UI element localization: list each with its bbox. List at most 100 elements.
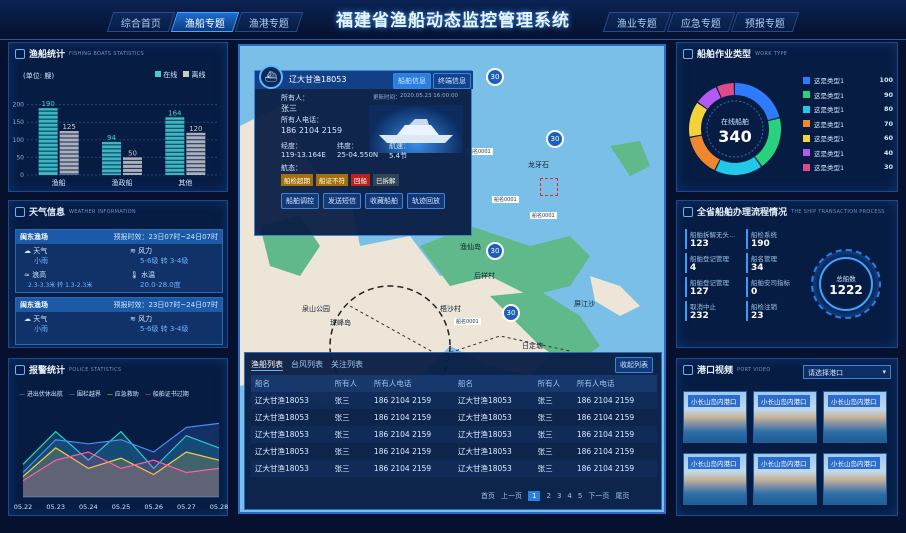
transaction-item-label: 船检注销 <box>751 303 777 311</box>
favorite-ship-button[interactable]: 收藏船舶 <box>365 193 403 209</box>
donut-slice <box>717 83 735 98</box>
legend-label: 这是类型1 <box>814 149 845 158</box>
table-row[interactable]: 辽大甘渔18053 张三 186 2104 2159 辽大甘渔18053 张三 186 2… <box>251 392 657 409</box>
map-cluster-marker[interactable]: 30 <box>546 130 564 148</box>
ship-marker-label[interactable]: 船名0001 <box>530 212 557 219</box>
speed-label: 航速： <box>389 142 410 150</box>
track-playback-button[interactable]: 轨迹回放 <box>407 193 445 209</box>
page-1-button[interactable]: 1 <box>528 491 541 501</box>
cell-ship: 辽大甘渔18053 <box>251 392 331 409</box>
page-3-button[interactable]: 3 <box>557 492 561 500</box>
ship-control-button[interactable]: 船舶调控 <box>281 193 319 209</box>
bar-value-label: 164 <box>168 109 182 117</box>
cell-owner: 张三 <box>330 392 370 409</box>
tab-typhoon-list[interactable]: 台风列表 <box>291 359 323 371</box>
tab-emergency[interactable]: 应急专题 <box>666 12 736 32</box>
port-video-thumb[interactable]: 小长山岛内港口 <box>683 391 747 443</box>
donut-slice <box>715 156 762 175</box>
table-row[interactable]: 辽大甘渔18053 张三 186 2104 2159 辽大甘渔18053 张三 186 2… <box>251 409 657 426</box>
popup-actions: 船舶调控 发送短信 收藏船舶 轨迹回放 <box>281 193 445 209</box>
tab-home[interactable]: 综合首页 <box>106 12 176 32</box>
legend-label: 这是类型1 <box>814 120 845 129</box>
tab-fishery[interactable]: 渔业专题 <box>602 12 672 32</box>
port-video-thumb[interactable]: 小长山岛内港口 <box>683 453 747 505</box>
port-video-thumb[interactable]: 小长山岛内港口 <box>823 391 887 443</box>
port-title-en: PORT VIDEO <box>737 366 771 373</box>
legend-swatch <box>803 134 810 142</box>
legend-swatch <box>803 149 810 157</box>
tab-fishing-boat[interactable]: 渔船专题 <box>170 12 240 32</box>
ship-marker-label[interactable]: 船名0001 <box>454 318 481 325</box>
ship-photo <box>369 105 463 153</box>
cell-ship: 辽大甘渔18053 <box>453 392 534 409</box>
port-select[interactable]: 请选择港口 ▾ <box>803 365 891 379</box>
legend-value: 100 <box>879 76 893 85</box>
fishing-stats-title: 渔船统计 <box>29 50 66 60</box>
status-tags: 船检超期 船证不符 回船 已拆解 <box>281 174 399 186</box>
update-time: 2020.05.23 16:00:00 <box>400 93 458 99</box>
page-4-button[interactable]: 4 <box>567 492 571 500</box>
x-tick-label: 渔政船 <box>112 178 133 187</box>
port-video-thumb[interactable]: 小长山岛内港口 <box>823 453 887 505</box>
map-cluster-marker[interactable]: 30 <box>486 242 504 260</box>
wind-icon: ≋ <box>130 247 136 255</box>
page-5-button[interactable]: 5 <box>578 492 582 500</box>
collapse-list-button[interactable]: 收起列表 <box>615 357 653 373</box>
fishing-stats-title-en: FISHING BOATS STATISTICS <box>69 50 144 57</box>
tab-follow-list[interactable]: 关注列表 <box>331 359 363 371</box>
map-cluster-marker[interactable]: 30 <box>502 304 520 322</box>
update-label: 更新时间： <box>373 95 401 101</box>
tab-fishing-list[interactable]: 渔船列表 <box>251 359 283 371</box>
bar-value-label: 94 <box>107 134 116 142</box>
transaction-item-value: 0 <box>751 287 758 297</box>
wind-value: 5-6级 转 3-4级 <box>140 325 189 333</box>
x-tick-label: 05.26 <box>144 503 163 511</box>
tab-forecast[interactable]: 预报专题 <box>730 12 800 32</box>
list-tabs: 渔船列表 台风列表 关注列表 <box>251 359 363 371</box>
watertemp-label: 水温 <box>141 271 156 279</box>
tab-ship-info[interactable]: 船舶信息 <box>393 73 431 89</box>
cell-owner: 张三 <box>330 426 370 443</box>
table-row[interactable]: 辽大甘渔18053 张三 186 2104 2159 辽大甘渔18053 张三 186 2… <box>251 460 657 477</box>
wind-value: 5-6级 转 3-4级 <box>140 257 189 265</box>
table-row[interactable]: 辽大甘渔18053 张三 186 2104 2159 辽大甘渔18053 张三 186 2… <box>251 443 657 460</box>
legend-item: 这是类型1 100 <box>803 73 893 88</box>
prev-page-button[interactable]: 上一页 <box>501 491 522 501</box>
transaction-item-label: 船舶安司指标 <box>751 279 790 287</box>
legend-label: 这是类型1 <box>814 135 845 144</box>
map-cluster-marker[interactable]: 30 <box>486 68 504 86</box>
weather-label: 天气 <box>33 247 48 255</box>
transaction-item: 船检系统 190 <box>746 229 803 249</box>
table-row[interactable]: 辽大甘渔18053 张三 186 2104 2159 辽大甘渔18053 张三 186 2… <box>251 426 657 443</box>
worktype-legend: 这是类型1 100 这是类型1 90 这是类型1 80 这是类型1 70 这是类型1 60 这是类型… <box>803 73 893 175</box>
send-sms-button[interactable]: 发送短信 <box>323 193 361 209</box>
legend-value: 80 <box>883 105 893 114</box>
ship-marker-label[interactable]: 船名0001 <box>492 196 519 203</box>
police-area-chart: 05.22 05.23 05.24 05.25 05.26 05.27 05.28 <box>14 422 228 511</box>
port-video-thumb[interactable]: 小长山岛内港口 <box>753 453 817 505</box>
tab-terminal-info[interactable]: 终端信息 <box>433 73 471 89</box>
bar-value-label: 50 <box>128 149 137 157</box>
tab-fishing-port[interactable]: 渔港专题 <box>234 12 304 32</box>
first-page-button[interactable]: 首页 <box>481 491 495 501</box>
port-video-thumb[interactable]: 小长山岛内港口 <box>753 391 817 443</box>
map-label: 梧沙村 <box>440 305 461 313</box>
transaction-item-value: 127 <box>690 287 709 297</box>
col-owner: 所有人 <box>330 375 370 392</box>
wave-value: 2.3-3.3米 转 1.3-2.3米 <box>28 282 93 289</box>
watertemp-value: 20.0-28.0度 <box>140 281 181 289</box>
cell-phone: 186 2104 2159 <box>369 392 454 409</box>
worktype-panel: 船舶作业类型 WORK TYPE 在线船舶 340 这是类型1 100 这是类型1 90… <box>676 42 898 192</box>
weather-value: 小雨 <box>34 257 48 265</box>
x-tick-label: 05.27 <box>177 503 196 511</box>
cell-phone: 186 2104 2159 <box>572 392 657 409</box>
fishing-stats-panel: 渔船统计 FISHING BOATS STATISTICS (单位: 艘) 在线 … <box>8 42 228 192</box>
x-tick-label: 05.22 <box>14 503 33 511</box>
next-page-button[interactable]: 下一页 <box>588 491 609 501</box>
legend-value: 70 <box>883 119 893 128</box>
wind-label: 风力 <box>138 315 153 323</box>
weather-title-en: WEATHER INFORMATION <box>69 208 136 215</box>
page-2-button[interactable]: 2 <box>546 492 550 500</box>
legend-value: 30 <box>883 163 893 172</box>
last-page-button[interactable]: 尾页 <box>615 491 629 501</box>
